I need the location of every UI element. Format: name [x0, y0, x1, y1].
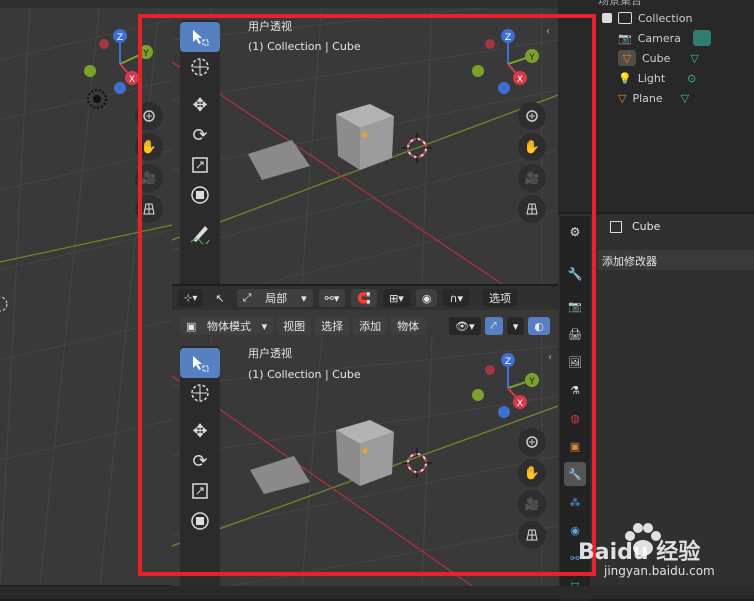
outliner-label: Plane [632, 91, 663, 105]
svg-text:X: X [129, 75, 135, 85]
watermark-brand: Baidu 经验 [578, 540, 701, 565]
light-object-icon: 💡 [618, 71, 632, 85]
collection-icon [618, 12, 632, 24]
object-name-row: Cube [610, 220, 660, 233]
outliner-row-plane[interactable]: ▽ Plane ▽ [618, 88, 689, 108]
add-modifier-button[interactable]: 添加修改器 [598, 250, 754, 270]
light-data-icon: ⊙ [687, 71, 697, 85]
outliner-label: Light [637, 71, 666, 85]
mesh-object-icon: ▽ [618, 50, 636, 66]
checkbox-icon[interactable] [602, 13, 612, 23]
camera-object-icon: 📷 [618, 31, 632, 45]
outliner-label: Camera [637, 31, 681, 45]
watermark: Baidu 经验 jingyan.baidu.com [578, 520, 754, 586]
object-icon [610, 220, 622, 233]
scene-collection-label: 场景集合 [598, 0, 642, 7]
light-object-icon [87, 89, 107, 109]
outliner-row-camera[interactable]: 📷 Camera [618, 28, 711, 48]
outliner-row-collection[interactable]: Collection [602, 8, 692, 28]
outliner-row-cube[interactable]: ▽ Cube ▽ [618, 48, 699, 68]
watermark-url: jingyan.baidu.com [604, 564, 715, 578]
outliner-row-light[interactable]: 💡 Light ⊙ [618, 68, 696, 88]
object-name: Cube [632, 220, 661, 233]
status-bar [0, 586, 754, 599]
highlight-frame [138, 14, 596, 576]
mesh-data-icon: ▽ [690, 51, 699, 65]
mesh-data-icon: ▽ [680, 91, 690, 105]
mesh-object-icon: ▽ [618, 91, 627, 105]
svg-text:Z: Z [117, 33, 123, 43]
outliner-label: Cube [642, 51, 671, 65]
camera-data-icon [692, 30, 711, 46]
outliner-label: Collection [638, 11, 693, 25]
